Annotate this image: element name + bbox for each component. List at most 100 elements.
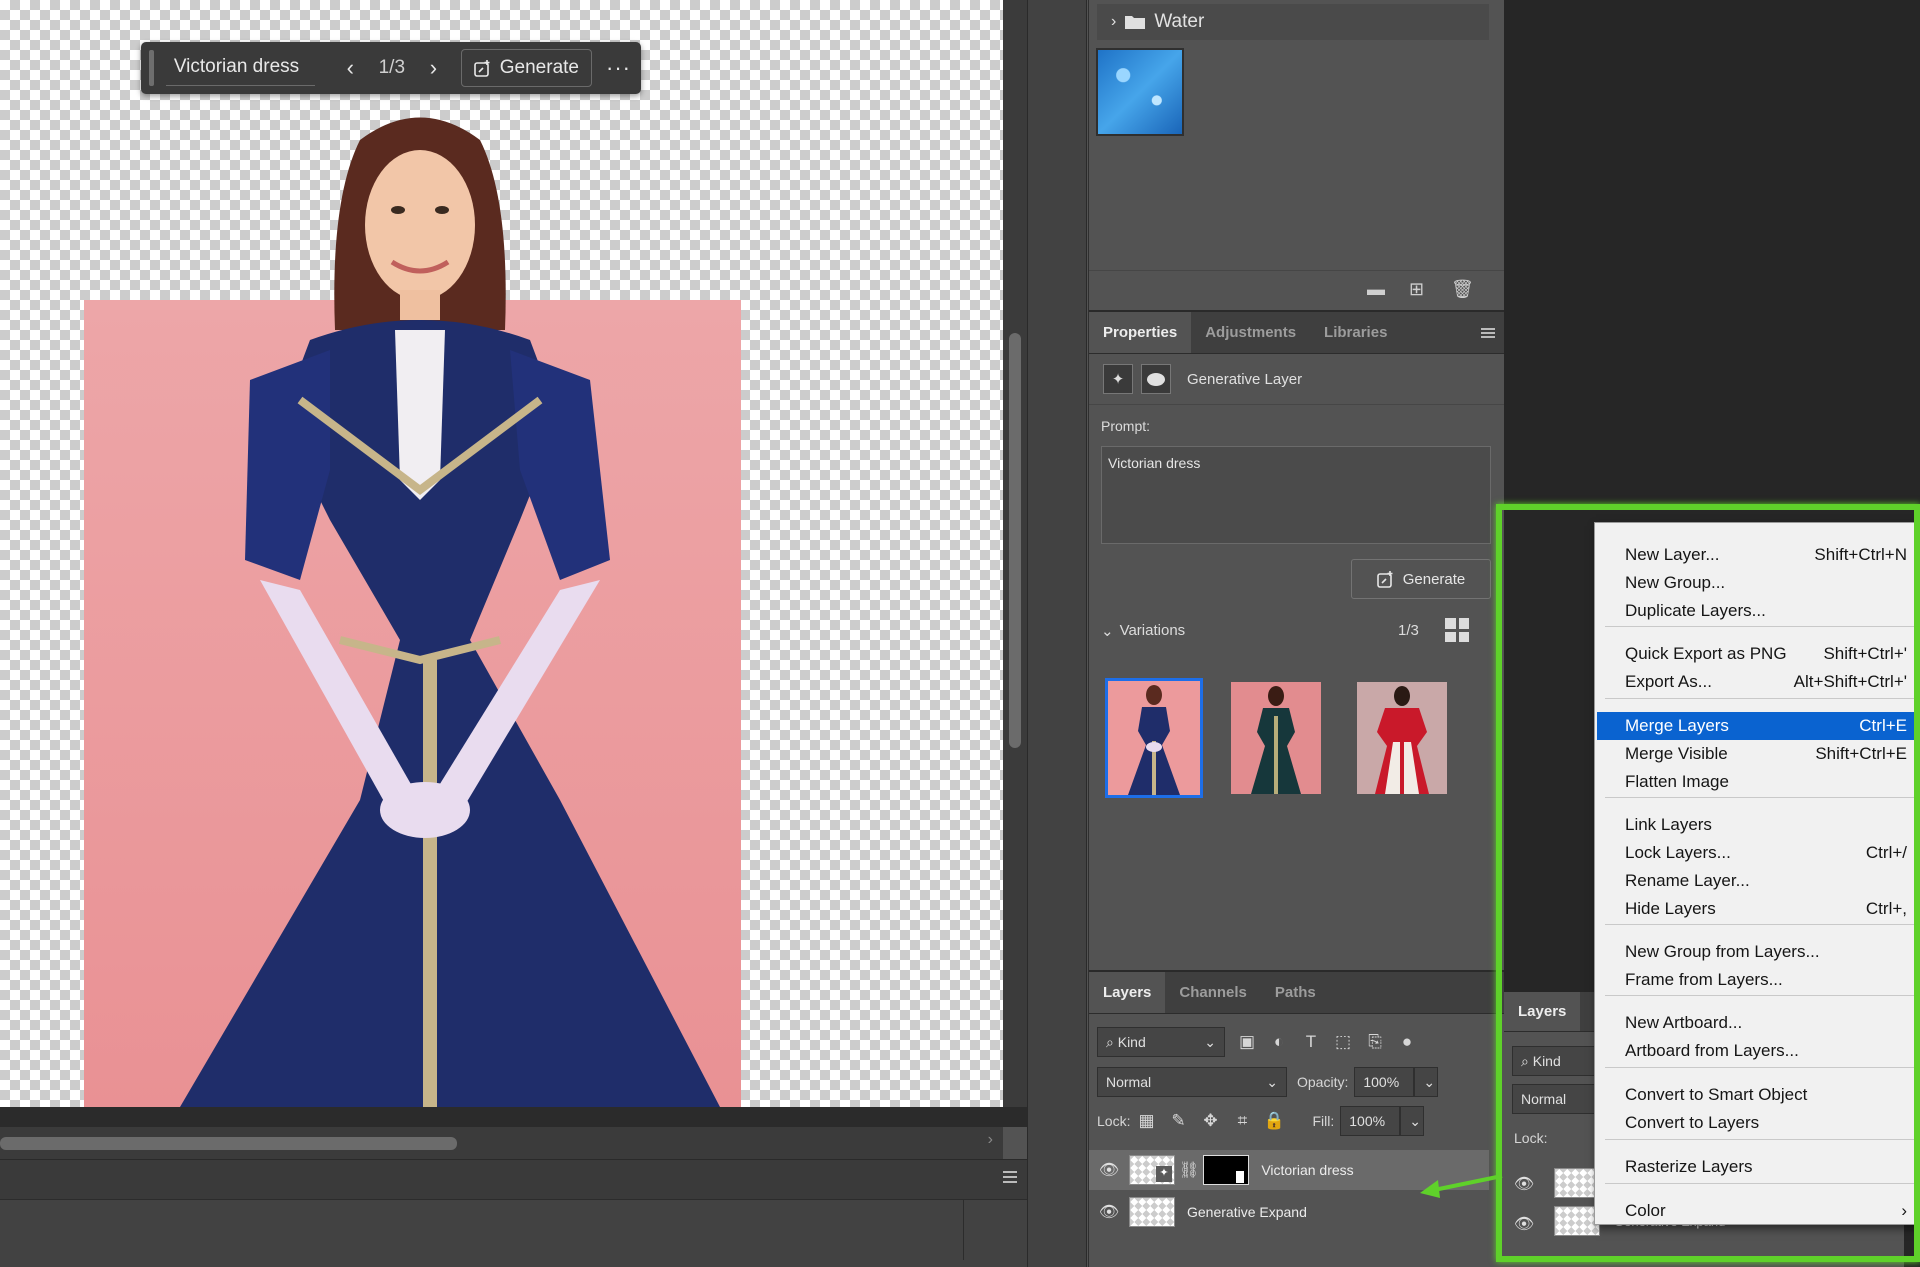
menu-item-artboard-from-layers[interactable]: Artboard from Layers... — [1597, 1037, 1915, 1065]
menu-item-label: Duplicate Layers... — [1625, 601, 1766, 620]
lock-artboard-icon[interactable]: ⌗ — [1226, 1111, 1258, 1131]
menu-item-new-group-from-layers[interactable]: New Group from Layers... — [1597, 938, 1915, 966]
tab-channels[interactable]: Channels — [1165, 972, 1261, 1013]
folder-icon[interactable]: ▬ — [1367, 279, 1385, 300]
tab-layers[interactable]: Layers — [1504, 992, 1581, 1031]
layer-row-generative-expand[interactable]: 👁 Generative Expand — [1089, 1192, 1489, 1232]
menu-item-rename-layer[interactable]: Rename Layer... — [1597, 867, 1915, 895]
menu-item-lock-layers[interactable]: Lock Layers... Ctrl+/ — [1597, 839, 1915, 867]
prompt-input[interactable]: Victorian dress — [165, 50, 315, 86]
swatch-group-water[interactable]: › Water — [1097, 4, 1489, 40]
type-filter-icon[interactable]: T — [1295, 1032, 1327, 1052]
mask-white-patch — [1236, 1171, 1245, 1183]
chevron-down-icon[interactable]: ⌄ — [1101, 622, 1114, 640]
layer-filter-dropdown[interactable]: ⌕ Kind — [1512, 1046, 1602, 1076]
layer-mask-thumbnail[interactable] — [1203, 1155, 1250, 1185]
menu-item-new-artboard[interactable]: New Artboard... — [1597, 1009, 1915, 1037]
lock-transparent-icon[interactable]: ▦ — [1130, 1111, 1162, 1131]
lock-position-icon[interactable]: ✥ — [1194, 1111, 1226, 1131]
scroll-right-icon[interactable]: › — [988, 1131, 993, 1149]
menu-item-color[interactable]: Color › — [1597, 1197, 1915, 1225]
horizontal-scrollbar[interactable]: › — [0, 1127, 1003, 1159]
lock-all-icon[interactable]: 🔒 — [1258, 1111, 1290, 1131]
opacity-dropdown[interactable]: ⌄ — [1414, 1067, 1439, 1097]
tab-properties[interactable]: Properties — [1089, 312, 1192, 353]
menu-item-label: Lock Layers... — [1625, 843, 1731, 862]
blend-mode-dropdown[interactable]: Normal ⌄ — [1097, 1067, 1287, 1097]
menu-item-merge-layers[interactable]: Merge Layers Ctrl+E — [1597, 712, 1915, 740]
image-filter-icon[interactable]: ▣ — [1231, 1032, 1263, 1052]
water-swatch[interactable] — [1096, 48, 1184, 136]
blend-mode-dropdown[interactable]: Normal — [1512, 1084, 1602, 1114]
eye-icon[interactable]: 👁 — [1089, 1160, 1129, 1180]
menu-separator — [1605, 698, 1919, 699]
menu-item-quick-export-as-png[interactable]: Quick Export as PNG Shift+Ctrl+' — [1597, 640, 1915, 668]
variations-header[interactable]: ⌄ Variations — [1101, 622, 1185, 640]
link-icon[interactable]: ⛓ — [1179, 1160, 1199, 1180]
swatches-panel: › Water ▬ ⊞ 🗑 — [1089, 0, 1505, 305]
generative-layer-icon[interactable]: ✦ — [1103, 364, 1133, 394]
menu-item-frame-from-layers[interactable]: Frame from Layers... — [1597, 966, 1915, 994]
more-options-button[interactable]: ··· — [606, 55, 631, 81]
generate-button[interactable]: Generate — [460, 49, 592, 87]
lock-paint-icon[interactable]: ✎ — [1162, 1111, 1194, 1131]
vertical-scrollbar[interactable] — [1003, 0, 1027, 1107]
menu-item-flatten-image[interactable]: Flatten Image — [1597, 768, 1915, 796]
smart-object-filter-icon[interactable]: ⎘ — [1359, 1032, 1391, 1052]
bottom-panel — [0, 1159, 1027, 1267]
bottom-panel-cell — [963, 1200, 1027, 1260]
document-canvas[interactable]: Victorian dress ‹ 1/3 › Generate ··· — [0, 0, 1003, 1107]
grid-view-icon[interactable] — [1445, 618, 1469, 642]
fill-input[interactable]: 100% — [1340, 1106, 1401, 1136]
tab-libraries[interactable]: Libraries — [1310, 312, 1401, 353]
adjustment-filter-icon[interactable]: ◐ — [1263, 1032, 1295, 1052]
tab-layers[interactable]: Layers — [1089, 972, 1166, 1013]
mask-icon[interactable] — [1141, 364, 1171, 394]
chevron-right-icon[interactable]: › — [1111, 13, 1116, 31]
eye-icon[interactable]: 👁 — [1089, 1202, 1129, 1222]
variation-thumbnail-1[interactable] — [1105, 678, 1203, 798]
variations-label: Variations — [1119, 622, 1186, 639]
scroll-thumb[interactable] — [0, 1137, 457, 1150]
menu-item-new-layer[interactable]: New Layer... Shift+Ctrl+N — [1597, 541, 1915, 569]
layers-tabbar: Layers Channels Paths — [1089, 972, 1505, 1014]
tab-adjustments[interactable]: Adjustments — [1191, 312, 1310, 353]
menu-item-convert-to-smart-object[interactable]: Convert to Smart Object — [1597, 1081, 1915, 1109]
menu-item-label: Convert to Layers — [1625, 1113, 1760, 1132]
eye-icon[interactable]: 👁 — [1504, 1214, 1544, 1234]
variation-thumbnail-3[interactable] — [1357, 682, 1447, 794]
trash-icon[interactable]: 🗑 — [1451, 279, 1474, 300]
panel-menu-icon[interactable] — [1481, 328, 1495, 338]
menu-item-export-as[interactable]: Export As... Alt+Shift+Ctrl+' — [1597, 668, 1915, 696]
variation-thumbnail-2[interactable] — [1231, 682, 1321, 794]
prompt-textarea[interactable]: Victorian dress — [1101, 446, 1491, 544]
menu-item-label: Merge Visible — [1625, 744, 1728, 763]
menu-item-hide-layers[interactable]: Hide Layers Ctrl+, — [1597, 895, 1915, 923]
panel-menu-icon[interactable] — [1003, 1171, 1017, 1183]
menu-item-new-group[interactable]: New Group... — [1597, 569, 1915, 597]
menu-item-duplicate-layers[interactable]: Duplicate Layers... — [1597, 597, 1915, 625]
shape-filter-icon[interactable]: ⬚ — [1327, 1032, 1359, 1052]
menu-item-rasterize-layers[interactable]: Rasterize Layers — [1597, 1153, 1915, 1181]
opacity-input[interactable]: 100% — [1354, 1067, 1415, 1097]
fill-dropdown[interactable]: ⌄ — [1400, 1106, 1425, 1136]
generate-icon — [1376, 571, 1393, 588]
fill-value: 100% — [1349, 1113, 1386, 1129]
layer-filter-dropdown[interactable]: ⌕ Kind ⌄ — [1097, 1027, 1225, 1057]
menu-item-merge-visible[interactable]: Merge Visible Shift+Ctrl+E — [1597, 740, 1915, 768]
layer-name[interactable]: Victorian dress — [1261, 1162, 1353, 1178]
drag-handle[interactable] — [149, 50, 154, 86]
generate-label: Generate — [499, 57, 579, 78]
eye-icon[interactable]: 👁 — [1504, 1174, 1544, 1194]
generate-button[interactable]: Generate — [1351, 559, 1491, 599]
menu-item-link-layers[interactable]: Link Layers — [1597, 811, 1915, 839]
next-variation-button[interactable]: › — [416, 55, 451, 81]
new-swatch-icon[interactable]: ⊞ — [1409, 279, 1424, 300]
scroll-thumb[interactable] — [1009, 333, 1021, 748]
tab-paths[interactable]: Paths — [1261, 972, 1330, 1013]
previous-variation-button[interactable]: ‹ — [333, 55, 368, 81]
filter-toggle-icon[interactable]: ● — [1391, 1032, 1423, 1052]
layer-name[interactable]: Generative Expand — [1187, 1204, 1307, 1220]
menu-item-convert-to-layers[interactable]: Convert to Layers — [1597, 1109, 1915, 1137]
layer-context-menu: New Layer... Shift+Ctrl+N New Group... Dupl… — [1594, 522, 1920, 1225]
